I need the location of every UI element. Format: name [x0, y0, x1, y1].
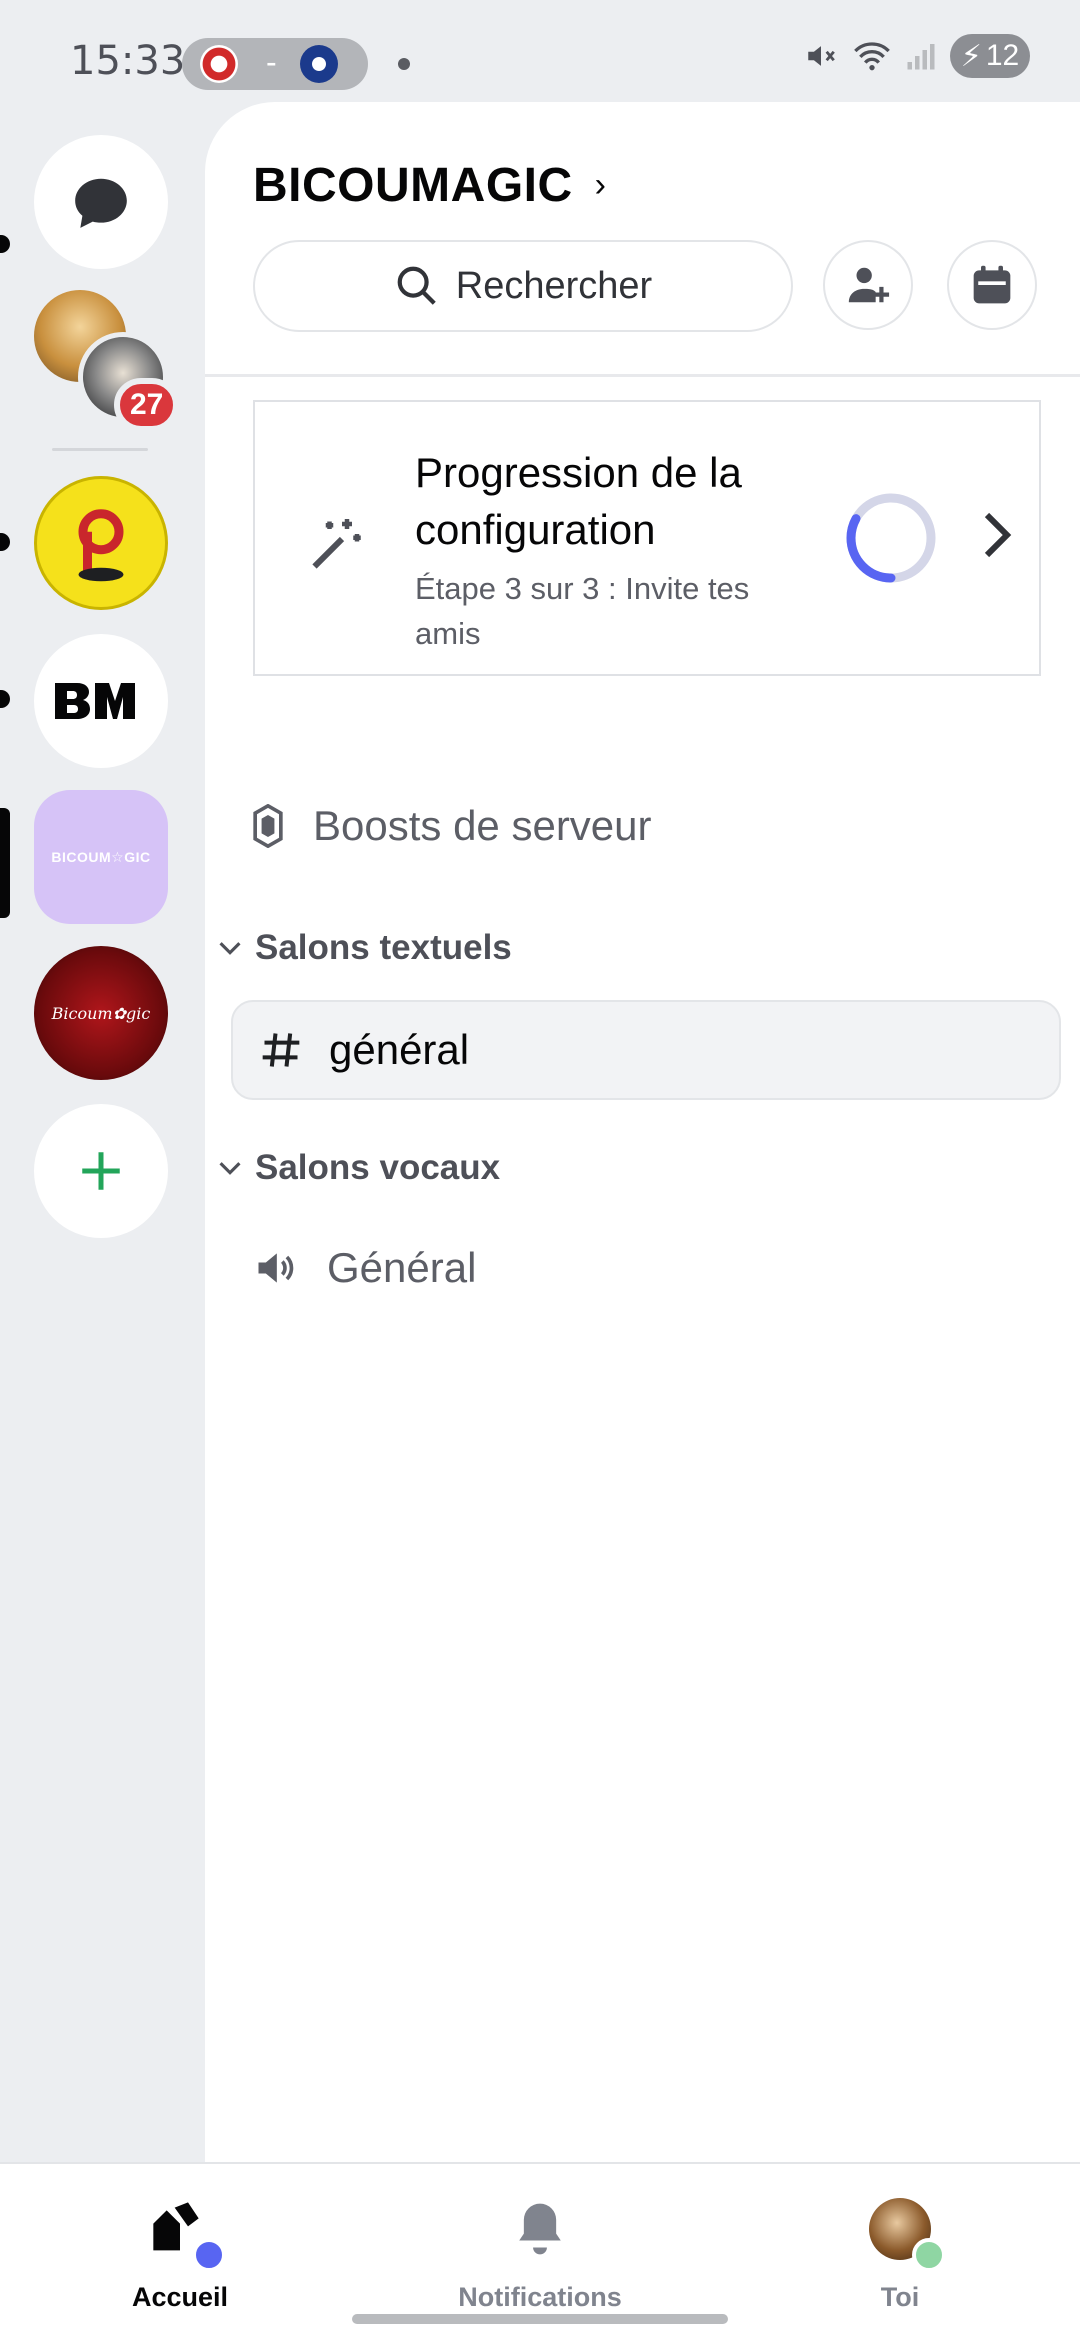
server-boosts-item[interactable]: Boosts de serveur — [253, 802, 652, 850]
boost-gem-icon — [253, 804, 283, 848]
unread-indicator — [0, 235, 10, 253]
progress-ring — [846, 493, 936, 583]
header-divider — [205, 374, 1080, 377]
home-icon — [140, 2194, 226, 2272]
score-separator: - — [266, 44, 277, 80]
bicoumagic-logo-icon: BICOUM☆GIC — [51, 848, 151, 865]
server-icon-bm[interactable] — [34, 634, 168, 768]
status-bar: 15:33 - ⚡ 12 — [0, 0, 1080, 110]
chat-bubble-icon — [75, 178, 127, 228]
nav-you[interactable]: Toi — [780, 2194, 1020, 2313]
chevron-down-icon — [219, 942, 241, 955]
channel-text-general[interactable]: général — [231, 1000, 1061, 1100]
status-time: 15:33 — [70, 38, 186, 84]
search-icon — [397, 266, 436, 305]
nav-notifications-label: Notifications — [458, 2282, 622, 2312]
server-name: BICOUMAGIC — [253, 159, 573, 212]
bicoumagic-script-logo-icon: Bicoum✿gic — [51, 1003, 151, 1023]
category-text-channels[interactable]: Salons textuels — [219, 928, 512, 968]
gesture-home-indicator[interactable] — [352, 2314, 728, 2324]
notification-dot — [398, 58, 410, 70]
speaker-icon — [258, 1253, 294, 1283]
profile-avatar — [860, 2194, 946, 2272]
plus-icon — [82, 1152, 120, 1190]
system-icons: ⚡ 12 — [804, 34, 1030, 78]
channel-panel: BICOUMAGIC › Rechercher Progression de l… — [205, 102, 1080, 2162]
server-icon-bicoumagic[interactable]: BICOUM☆GIC — [34, 790, 168, 924]
online-status-dot — [912, 2238, 946, 2272]
live-score-pill[interactable]: - — [182, 38, 368, 90]
search-label: Rechercher — [455, 264, 653, 307]
team-crest-icon — [200, 45, 238, 83]
nav-home[interactable]: Accueil — [60, 2194, 300, 2313]
rail-divider — [52, 448, 148, 451]
mute-icon — [808, 46, 835, 66]
channel-name: général — [329, 1026, 470, 1073]
chevron-right-icon — [984, 512, 1012, 558]
magic-wand-icon — [312, 519, 361, 569]
server-header[interactable]: BICOUMAGIC › — [253, 158, 606, 213]
battery-level: 12 — [985, 39, 1020, 72]
unread-indicator — [0, 533, 10, 551]
category-voice-channels[interactable]: Salons vocaux — [219, 1148, 500, 1188]
channel-voice-general[interactable]: Général — [253, 1244, 476, 1292]
search-button[interactable]: Rechercher — [253, 240, 793, 332]
setup-progress-title: Progression de la configuration — [415, 449, 742, 553]
channel-name: Général — [327, 1244, 477, 1291]
team-crest-icon — [300, 45, 338, 83]
boosts-label: Boosts de serveur — [313, 802, 652, 849]
server-icon-bicoumagic-red[interactable]: Bicoum✿gic — [34, 946, 168, 1080]
signal-icon — [907, 44, 935, 70]
unread-count-badge: 27 — [114, 378, 180, 432]
unread-indicator — [0, 690, 10, 708]
nav-home-label: Accueil — [131, 2282, 229, 2312]
add-user-icon — [848, 267, 890, 303]
setup-progress-card[interactable]: Progression de la configuration Étape 3 … — [253, 400, 1041, 676]
home-status-dot — [192, 2238, 226, 2272]
selected-server-indicator — [0, 808, 10, 918]
direct-messages-button[interactable] — [34, 135, 168, 269]
invite-members-button[interactable] — [823, 240, 913, 330]
p-logo-icon — [78, 509, 124, 582]
server-icon-p[interactable] — [34, 476, 168, 610]
charging-icon: ⚡ — [960, 39, 982, 73]
category-label: Salons textuels — [255, 928, 512, 967]
wifi-icon — [854, 42, 890, 71]
calendar-icon — [973, 265, 1011, 304]
chevron-right-icon: › — [594, 166, 607, 204]
hashtag-icon — [262, 1033, 300, 1067]
bell-icon — [500, 2194, 580, 2264]
nav-you-label: Toi — [880, 2282, 920, 2312]
setup-progress-subtitle: Étape 3 sur 3 : Invite tes amis — [415, 571, 750, 651]
server-rail: 27 BICOUM☆GIC Bicoum✿gic — [0, 110, 205, 2160]
chevron-down-icon — [219, 1162, 241, 1175]
battery-indicator: ⚡ 12 — [950, 34, 1030, 78]
events-button[interactable] — [947, 240, 1037, 330]
add-server-button[interactable] — [34, 1104, 168, 1238]
nav-notifications[interactable]: Notifications — [420, 2194, 660, 2313]
bm-logo-icon — [55, 683, 135, 719]
category-label: Salons vocaux — [255, 1148, 501, 1187]
